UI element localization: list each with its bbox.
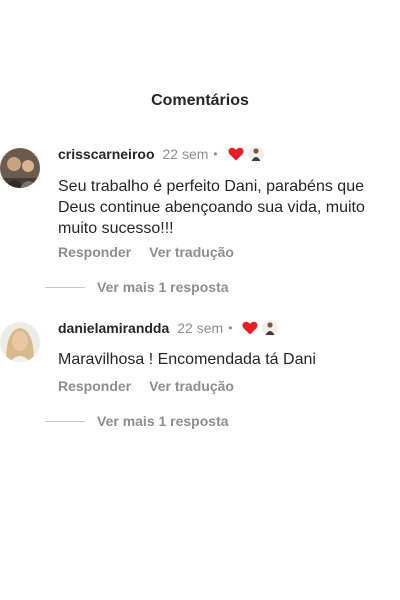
- view-more-replies-label: Ver mais 1 resposta: [97, 279, 229, 295]
- heart-icon[interactable]: [242, 321, 258, 335]
- page-title: Comentários: [151, 92, 249, 109]
- author-avatar-icon: [262, 320, 279, 336]
- comment-username[interactable]: danielamirandda: [58, 320, 169, 336]
- reply-button[interactable]: Responder: [58, 244, 131, 260]
- comment-time: 22 sem: [162, 146, 209, 162]
- separator-dot: •: [228, 321, 233, 335]
- view-more-replies-button[interactable]: Ver mais 1 resposta: [45, 279, 229, 295]
- view-more-replies-button[interactable]: Ver mais 1 resposta: [45, 413, 229, 429]
- avatar[interactable]: [0, 322, 40, 362]
- comment-text: Maravilhosa ! Encomendada tá Dani: [58, 351, 316, 368]
- divider: [45, 286, 85, 288]
- comment-username[interactable]: crisscarneiroo: [58, 146, 155, 162]
- avatar[interactable]: [0, 148, 40, 188]
- translate-button[interactable]: Ver tradução: [149, 244, 234, 260]
- divider: [45, 420, 85, 422]
- translate-button[interactable]: Ver tradução: [149, 378, 234, 394]
- reply-button[interactable]: Responder: [58, 378, 131, 394]
- author-avatar-icon: [247, 146, 264, 162]
- separator-dot: •: [213, 147, 218, 161]
- comment-text: Seu trabalho é perfeito Dani, parabéns q…: [58, 178, 365, 237]
- view-more-replies-label: Ver mais 1 resposta: [97, 413, 229, 429]
- comment-time: 22 sem: [177, 320, 224, 336]
- heart-icon[interactable]: [228, 147, 244, 161]
